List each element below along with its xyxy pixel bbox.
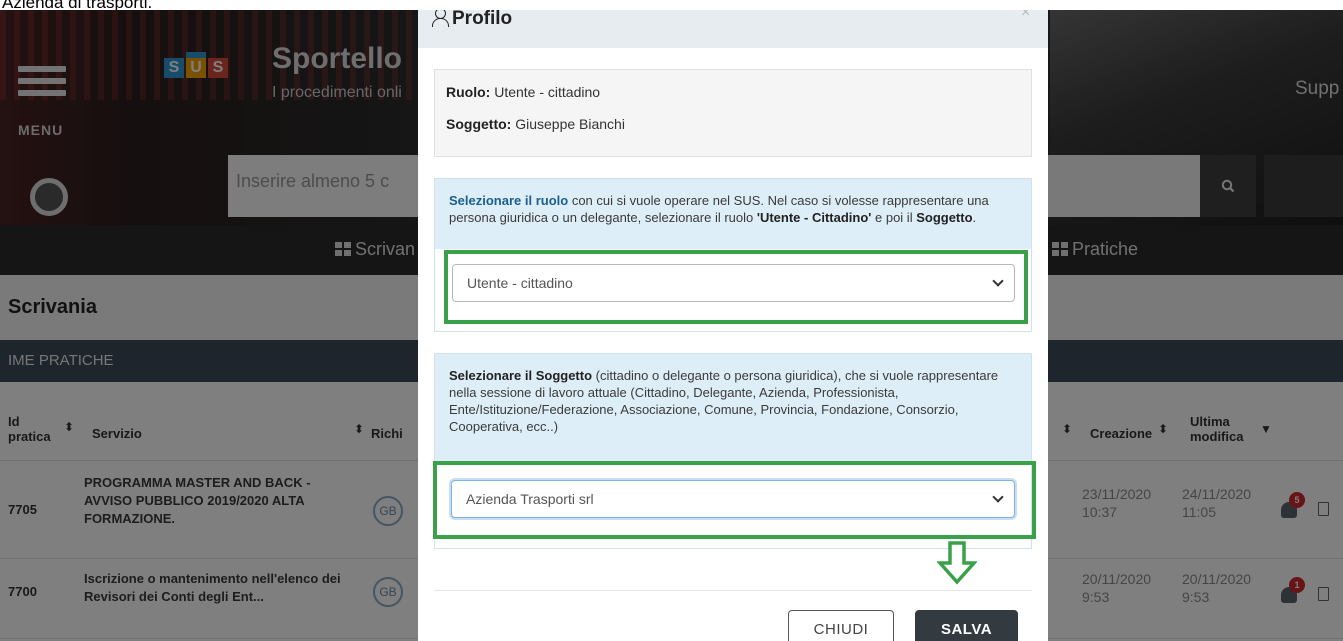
soggetto-value: Giuseppe Bianchi	[515, 116, 625, 132]
page-caption: Azienda di trasporti.	[0, 0, 1343, 10]
soggetto-label: Soggetto:	[446, 116, 512, 132]
user-icon	[432, 8, 449, 27]
modal-title: Profilo	[432, 8, 512, 30]
role-help-text: Selezionare il ruolo con cui si vuole op…	[449, 193, 989, 225]
role-select[interactable]: Utente - cittadino	[452, 264, 1015, 302]
current-profile-box: Ruolo: Utente - cittadino Soggetto: Gius…	[434, 69, 1032, 157]
subject-help-text: Selezionare il Soggetto (cittadino o del…	[449, 368, 999, 434]
chiudi-button[interactable]: CHIUDI	[788, 610, 894, 641]
subject-select[interactable]: Azienda Trasporti srl	[451, 480, 1015, 518]
profile-modal: Profilo × Ruolo: Utente - cittadino Sogg…	[418, 0, 1048, 641]
salva-button[interactable]: SALVA	[915, 610, 1018, 641]
ruolo-label: Ruolo:	[446, 84, 491, 100]
arrow-down-icon	[937, 541, 977, 585]
ruolo-value: Utente - cittadino	[494, 84, 601, 100]
